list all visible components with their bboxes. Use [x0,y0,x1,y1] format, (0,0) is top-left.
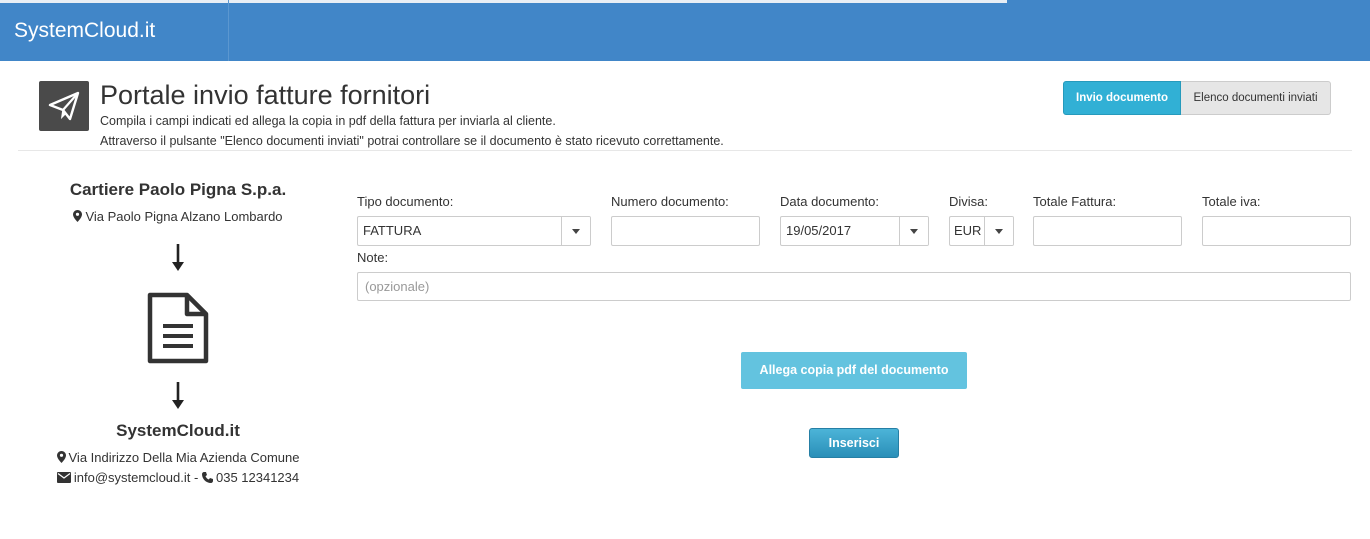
map-marker-icon [73,210,83,225]
chevron-down-icon[interactable] [899,217,928,245]
sender-name: Cartiere Paolo Pigna S.p.a. [69,180,287,199]
totale-iva-input[interactable] [1202,216,1351,246]
note-input[interactable]: (opzionale) [357,272,1351,301]
chevron-down-icon[interactable] [984,217,1013,245]
page-subtitle-instructions: Compila i campi indicati ed allega la co… [100,114,556,128]
contact-separator: - [194,470,199,485]
brand-logo[interactable]: SystemCloud.it [0,0,229,61]
label-note: Note: [357,250,389,265]
tab-invio-documento[interactable]: Invio documento [1063,81,1181,115]
arrow-down-icon [172,244,184,271]
receiver-address-text: Via Indirizzo Della Mia Azienda Comune [68,450,300,465]
receiver-phone: 035 12341234 [215,470,300,485]
data-documento-value: 19/05/2017 [786,223,852,238]
map-marker-icon [56,451,66,466]
arrow-down-icon [172,382,184,409]
receiver-name: SystemCloud.it [116,421,240,440]
tipo-documento-value: FATTURA [363,223,422,238]
envelope-icon [56,471,71,486]
label-totale-iva: Totale iva: [1202,194,1261,209]
label-tipo-documento: Tipo documento: [357,194,454,209]
paper-plane-icon [39,81,89,131]
divisa-value: EUR [954,223,982,238]
view-tabs: Invio documento Elenco documenti inviati [1063,81,1331,115]
receiver-contact: info@systemcloud.it - 035 12341234 [0,470,356,486]
label-totale-fattura: Totale Fattura: [1033,194,1117,209]
insert-button[interactable]: Inserisci [809,428,899,458]
tab-elenco-documenti-inviati[interactable]: Elenco documenti inviati [1181,81,1331,115]
receiver-email[interactable]: info@systemcloud.it [74,470,191,485]
sender-address-text: Via Paolo Pigna Alzano Lombardo [85,209,283,224]
label-data-documento: Data documento: [780,194,880,209]
page-subtitle-hint: Attraverso il pulsante "Elenco documenti… [100,134,724,148]
receiver-address: Via Indirizzo Della Mia Azienda Comune [0,450,356,466]
tipo-documento-select[interactable]: FATTURA [357,216,591,246]
divisa-select[interactable]: EUR [949,216,1014,246]
attach-pdf-button[interactable]: Allega copia pdf del documento [741,352,967,389]
label-divisa: Divisa: [949,194,989,209]
header-divider [18,150,1352,151]
data-documento-select[interactable]: 19/05/2017 [780,216,929,246]
top-navbar: SystemCloud.it [0,0,1370,61]
document-icon [147,292,209,364]
phone-icon [201,471,213,486]
label-numero-documento: Numero documento: [611,194,729,209]
chevron-down-icon[interactable] [561,217,590,245]
totale-fattura-input[interactable] [1033,216,1182,246]
numero-documento-input[interactable] [611,216,760,246]
page-title: Portale invio fatture fornitori [100,80,431,110]
sender-address: Via Paolo Pigna Alzano Lombardo [0,209,356,225]
